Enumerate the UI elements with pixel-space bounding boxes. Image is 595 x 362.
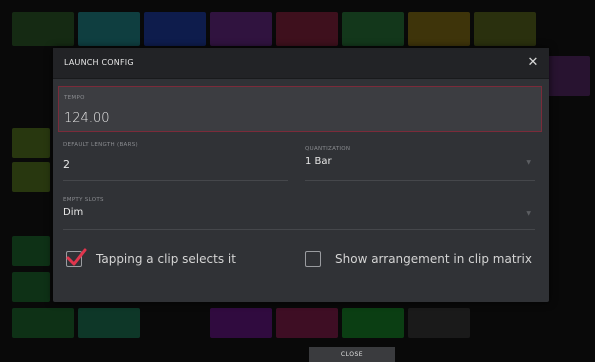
default-length-label: DEFAULT LENGTH (BARS) — [63, 142, 138, 148]
dialog-header: LAUNCH CONFIG ✕ — [53, 48, 549, 79]
tap-selects-clip-label: Tapping a clip selects it — [96, 252, 236, 266]
quantization-value: 1 Bar — [305, 156, 332, 167]
close-icon[interactable]: ✕ — [525, 55, 541, 71]
default-length-field[interactable]: DEFAULT LENGTH (BARS) 2 — [63, 142, 288, 178]
tempo-value: 124.00 — [64, 111, 110, 126]
empty-slots-label: EMPTY SLOTS — [63, 197, 104, 203]
dialog-title: LAUNCH CONFIG — [64, 58, 134, 67]
empty-slots-underline — [63, 229, 535, 230]
default-length-underline — [63, 180, 288, 181]
check-icon — [66, 248, 87, 266]
tap-selects-clip-checkbox[interactable]: Tapping a clip selects it — [66, 248, 236, 270]
empty-slots-dropdown[interactable]: EMPTY SLOTS Dim ▼ — [63, 197, 535, 227]
close-button[interactable]: CLOSE — [309, 347, 395, 362]
default-length-value: 2 — [63, 158, 70, 171]
launch-config-dialog: LAUNCH CONFIG ✕ TEMPO 124.00 DEFAULT LEN… — [53, 48, 549, 302]
quantization-label: QUANTIZATION — [305, 146, 351, 152]
quantization-dropdown[interactable]: QUANTIZATION 1 Bar ▼ — [305, 146, 535, 178]
tempo-label: TEMPO — [64, 95, 85, 101]
checkbox-checked[interactable] — [66, 248, 87, 267]
show-arrangement-label: Show arrangement in clip matrix — [335, 252, 532, 266]
tempo-field[interactable]: TEMPO 124.00 — [58, 86, 542, 132]
checkbox-unchecked[interactable] — [305, 251, 321, 267]
quantization-underline — [305, 180, 535, 181]
empty-slots-value: Dim — [63, 207, 84, 218]
chevron-down-icon: ▼ — [526, 210, 531, 217]
show-arrangement-checkbox[interactable]: Show arrangement in clip matrix — [305, 248, 532, 270]
chevron-down-icon: ▼ — [526, 159, 531, 166]
